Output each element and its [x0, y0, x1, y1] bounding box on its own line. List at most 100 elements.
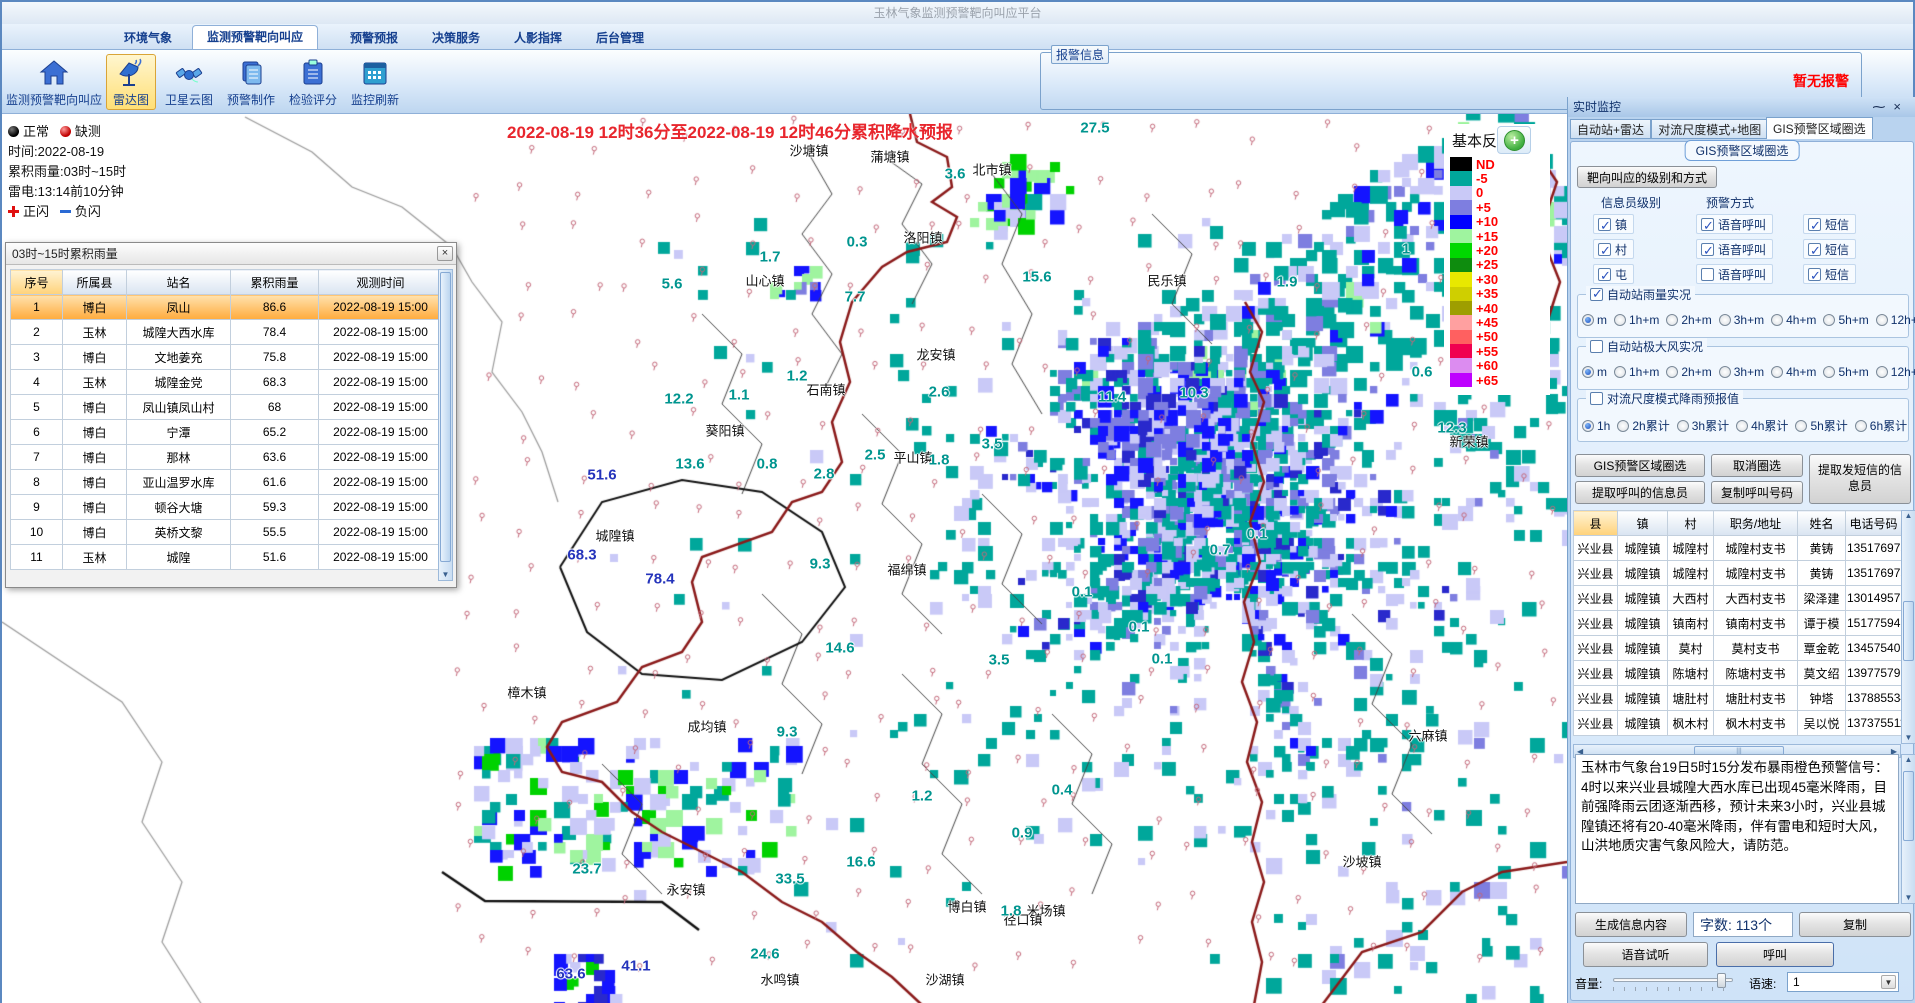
- radio-option[interactable]: 2h+m: [1666, 313, 1711, 327]
- table-row[interactable]: 9博白顿谷大塘59.32022-08-19 15:00: [11, 495, 443, 520]
- radio-option[interactable]: 1h+m: [1614, 313, 1659, 327]
- scroll-down-arrow[interactable]: ▼: [1902, 733, 1915, 742]
- scroll-down-arrow[interactable]: ▼: [439, 570, 452, 579]
- contact-table[interactable]: 县镇村职务/地址姓名电话号码兴业县城隍镇城隍村城隍村支书黄铸135176975兴…: [1573, 510, 1902, 736]
- radio-option[interactable]: 4h+m: [1771, 365, 1816, 379]
- table-row[interactable]: 3博白文地姜充75.82022-08-19 15:00: [11, 345, 443, 370]
- table-row[interactable]: 兴业县城隍镇塘肚村塘肚村支书钟塔137885534: [1574, 686, 1902, 711]
- radio-option[interactable]: m: [1582, 365, 1607, 379]
- radio-option[interactable]: 4h累计: [1736, 417, 1788, 434]
- scrollbar-thumb[interactable]: [1903, 771, 1914, 841]
- contact-header[interactable]: 职务/地址: [1714, 511, 1798, 536]
- menu-tab-2[interactable]: 预警预报: [336, 27, 412, 49]
- extract-call-button[interactable]: 提取呼叫的信息员: [1575, 481, 1705, 504]
- level-checkbox-0[interactable]: 镇: [1593, 214, 1634, 234]
- option-group-label[interactable]: 自动站雨量实况: [1586, 286, 1695, 303]
- radio-option[interactable]: 1h+m: [1614, 365, 1659, 379]
- table-row[interactable]: 4玉林城隍金党68.32022-08-19 15:00: [11, 370, 443, 395]
- rain-table-header[interactable]: 序号: [11, 270, 63, 295]
- table-row[interactable]: 11玉林城隍51.62022-08-19 15:00: [11, 545, 443, 570]
- radio-option[interactable]: m: [1582, 313, 1607, 327]
- contact-header[interactable]: 村: [1668, 511, 1714, 536]
- extract-sms-button[interactable]: 提取发短信的信息员: [1809, 454, 1911, 504]
- radio-option[interactable]: 1h: [1582, 419, 1610, 433]
- scroll-up-arrow[interactable]: ▲: [1902, 755, 1915, 764]
- contact-header[interactable]: 电话号码: [1846, 511, 1902, 536]
- menu-tab-4[interactable]: 人影指挥: [500, 27, 576, 49]
- table-row[interactable]: 7博白那林63.62022-08-19 15:00: [11, 445, 443, 470]
- rain-table-header[interactable]: 站名: [127, 270, 231, 295]
- table-row[interactable]: 兴业县城隍镇镇南村镇南村支书谭于模151775946: [1574, 611, 1902, 636]
- table-row[interactable]: 1博白凤山86.62022-08-19 15:00: [11, 295, 443, 320]
- radio-option[interactable]: 2h+m: [1666, 365, 1711, 379]
- rain-table-header[interactable]: 累积雨量: [231, 270, 319, 295]
- slider-thumb[interactable]: [1717, 973, 1726, 988]
- radio-option[interactable]: 5h+m: [1823, 365, 1868, 379]
- speed-select[interactable]: 1▼: [1787, 972, 1899, 992]
- radio-option[interactable]: 3h+m: [1719, 313, 1764, 327]
- copy-number-button[interactable]: 复制呼叫号码: [1711, 481, 1803, 504]
- scroll-down-arrow[interactable]: ▼: [1902, 893, 1915, 902]
- level-checkbox-2[interactable]: 屯: [1593, 264, 1634, 284]
- close-icon[interactable]: ×: [1893, 99, 1909, 114]
- volume-slider[interactable]: [1613, 972, 1733, 990]
- contact-vscrollbar[interactable]: ▲▼: [1901, 510, 1915, 744]
- scrollbar-thumb[interactable]: [1903, 601, 1914, 661]
- radio-option[interactable]: 5h+m: [1823, 313, 1868, 327]
- table-row[interactable]: 8博白亚山温罗水库61.62022-08-19 15:00: [11, 470, 443, 495]
- toolbar-button-4[interactable]: 检验评分: [284, 54, 342, 110]
- radio-option[interactable]: 12h+m: [1876, 313, 1915, 327]
- gis-select-button[interactable]: GIS预警区域圈选: [1575, 454, 1705, 477]
- contact-header[interactable]: 镇: [1618, 511, 1668, 536]
- table-row[interactable]: 2玉林城隍大西水库78.42022-08-19 15:00: [11, 320, 443, 345]
- table-row[interactable]: 兴业县城隍镇陈塘村陈塘村支书莫文绍139775796: [1574, 661, 1902, 686]
- menu-tab-5[interactable]: 后台管理: [582, 27, 658, 49]
- table-row[interactable]: 5博白凤山镇凤山村682022-08-19 15:00: [11, 395, 443, 420]
- toolbar-button-1[interactable]: 雷达图: [106, 54, 156, 110]
- voice-preview-button[interactable]: 语音试听: [1583, 942, 1708, 967]
- option-group-label[interactable]: 对流尺度模式降雨预报值: [1586, 390, 1743, 407]
- menu-tab-1[interactable]: 监测预警靶向叫应: [192, 25, 318, 49]
- rain-table-header[interactable]: 所属县: [63, 270, 127, 295]
- chevron-down-icon[interactable]: ▼: [1881, 975, 1896, 989]
- table-row[interactable]: 兴业县城隍镇莫村莫村支书覃金乾134575405: [1574, 636, 1902, 661]
- copy-button[interactable]: 复制: [1799, 912, 1911, 937]
- voice-call-checkbox-2[interactable]: 语音呼叫: [1696, 264, 1773, 284]
- toolbar-button-2[interactable]: 卫星云图: [160, 54, 218, 110]
- rain-table[interactable]: 序号所属县站名累积雨量观测时间1博白凤山86.62022-08-19 15:00…: [10, 269, 443, 570]
- radio-option[interactable]: 6h累计: [1855, 417, 1907, 434]
- panel-tab-2[interactable]: GIS预警区域圈选: [1766, 117, 1873, 139]
- radio-option[interactable]: 12h+m: [1876, 365, 1915, 379]
- voice-call-checkbox-0[interactable]: 语音呼叫: [1696, 214, 1773, 234]
- rain-table-header[interactable]: 观测时间: [319, 270, 443, 295]
- close-icon[interactable]: ×: [437, 246, 453, 261]
- table-row[interactable]: 10博白英桥文黎55.52022-08-19 15:00: [11, 520, 443, 545]
- option-group-label[interactable]: 自动站极大风实况: [1586, 338, 1707, 355]
- toolbar-button-0[interactable]: 监测预警靶向叫应: [6, 54, 102, 110]
- level-checkbox-1[interactable]: 村: [1593, 239, 1634, 259]
- scrollbar-thumb[interactable]: [440, 272, 451, 562]
- call-button[interactable]: 呼叫: [1716, 942, 1834, 967]
- scroll-up-arrow[interactable]: ▲: [1902, 511, 1915, 520]
- table-row[interactable]: 6博白宁潭65.22022-08-19 15:00: [11, 420, 443, 445]
- radar-map[interactable]: 2022-08-19 12时36分至2022-08-19 12时46分累积降水预…: [2, 114, 1567, 1003]
- menu-tab-3[interactable]: 决策服务: [418, 27, 494, 49]
- table-row[interactable]: 兴业县城隍镇城隍村城隍村支书黄铸135176975: [1574, 536, 1902, 561]
- rain-table-scrollbar[interactable]: ▼: [438, 269, 453, 581]
- map-zoom-button[interactable]: +: [1497, 126, 1531, 154]
- pin-icon[interactable]: ⁓: [1872, 99, 1893, 114]
- call-level-mode-button[interactable]: 靶向叫应的级别和方式: [1577, 166, 1717, 188]
- voice-call-checkbox-1[interactable]: 语音呼叫: [1696, 239, 1773, 259]
- radio-option[interactable]: 3h+m: [1719, 365, 1764, 379]
- panel-tab-0[interactable]: 自动站+雷达: [1570, 119, 1651, 139]
- sms-checkbox-0[interactable]: 短信: [1803, 214, 1856, 234]
- warning-message-text[interactable]: 玉林市气象台19日5时15分发布暴雨橙色预警信号：4时以来兴业县城隍大西水库已出…: [1575, 754, 1899, 904]
- toolbar-button-5[interactable]: 监控刷新: [346, 54, 404, 110]
- contact-header[interactable]: 姓名: [1798, 511, 1846, 536]
- toolbar-button-3[interactable]: 预警制作: [222, 54, 280, 110]
- generate-message-button[interactable]: 生成信息内容: [1575, 912, 1687, 937]
- cancel-select-button[interactable]: 取消圈选: [1711, 454, 1803, 477]
- radio-option[interactable]: 3h累计: [1677, 417, 1729, 434]
- panel-tab-1[interactable]: 对流尺度模式+地图: [1651, 119, 1768, 139]
- sms-checkbox-2[interactable]: 短信: [1803, 264, 1856, 284]
